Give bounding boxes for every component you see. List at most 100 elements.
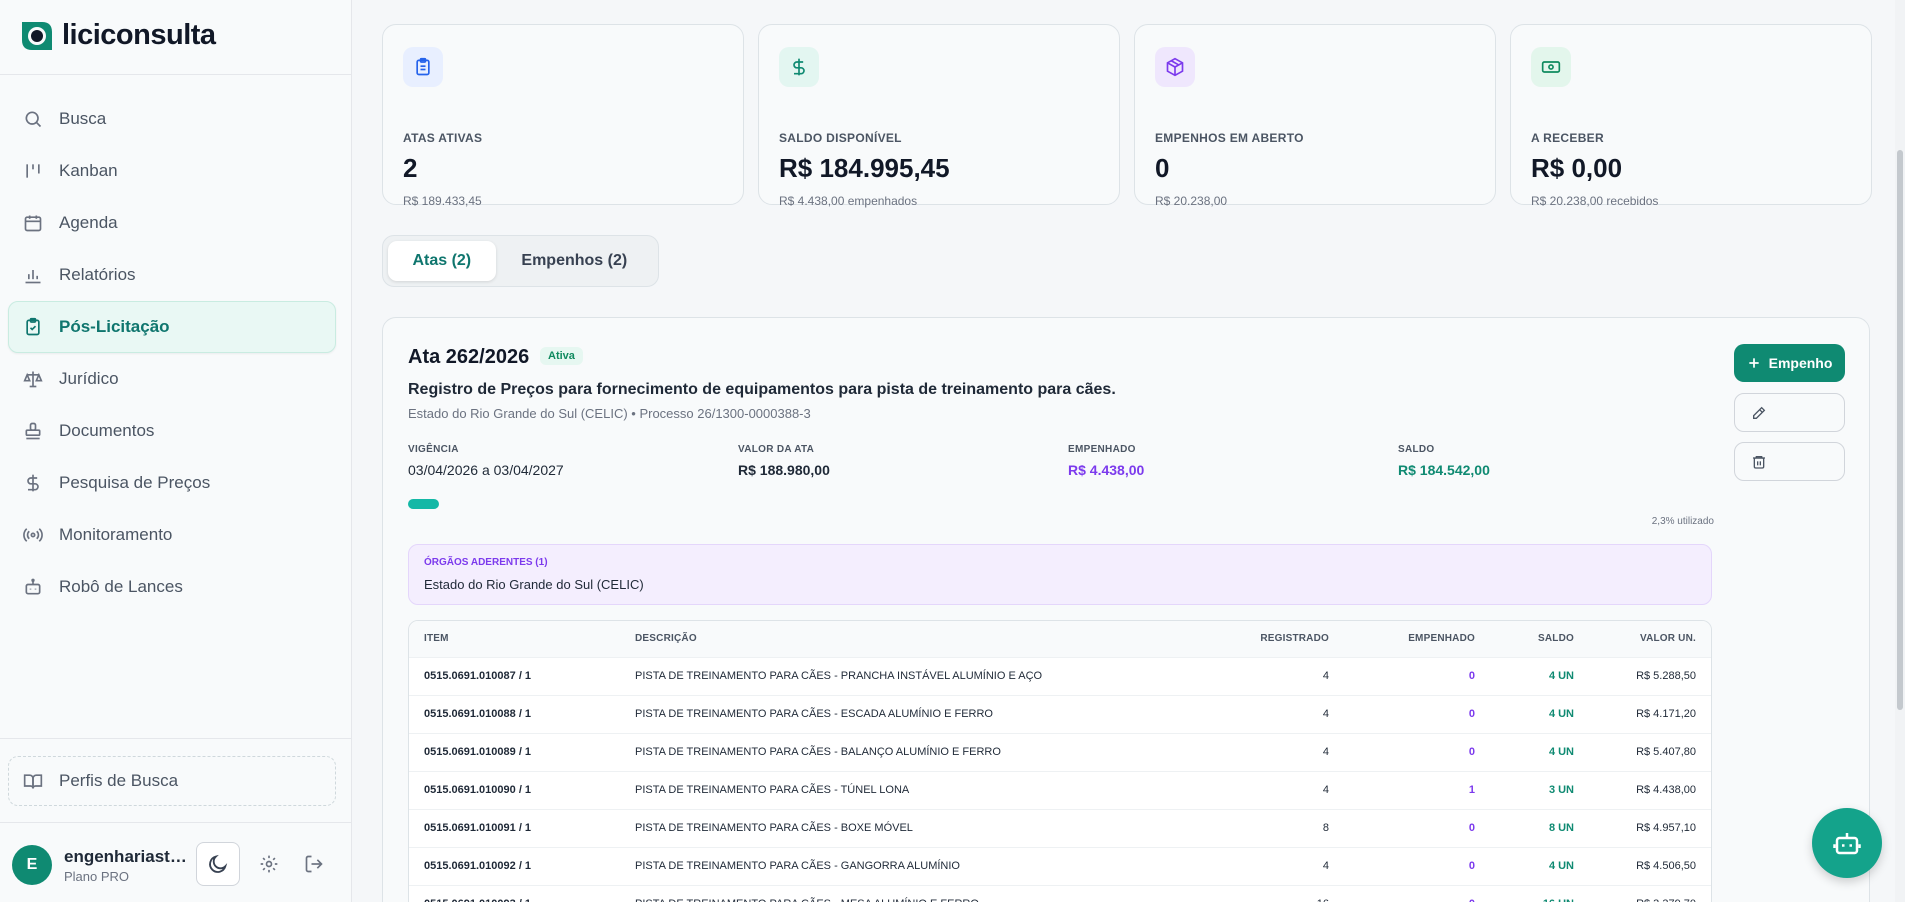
column-header: DESCRIÇÃO [635, 621, 1195, 658]
table-header-row: ITEM DESCRIÇÃO REGISTRADO EMPENHADO SALD… [409, 621, 1711, 658]
dollar-icon [27, 474, 39, 492]
sidebar-item-kanban[interactable]: Kanban [8, 145, 336, 197]
table-row[interactable]: 0515.0691.010088 / 1 PISTA DE TREINAMENTO… [409, 695, 1711, 734]
cell-empenhado: 0 [1329, 695, 1475, 734]
calendar-icon [24, 215, 42, 232]
metric-label: SALDO [1398, 444, 1435, 455]
logo-icon [22, 22, 52, 50]
cell-descricao: PISTA DE TREINAMENTO PARA CÃES - MESA AL… [635, 885, 1195, 902]
cell-saldo: 16 UN [1475, 885, 1574, 902]
tab-bar: Atas (2) Empenhos (2) [382, 235, 659, 287]
logout-button[interactable] [302, 852, 326, 876]
sidebar-divider [0, 822, 352, 823]
book-open-icon [23, 774, 43, 789]
sidebar-item-label: Agenda [59, 213, 118, 232]
delete-ata-button[interactable] [1734, 442, 1845, 481]
sidebar-item-busca[interactable]: Busca [8, 93, 336, 145]
items-table-grid: ITEM DESCRIÇÃO REGISTRADO EMPENHADO SALD… [409, 621, 1711, 902]
cell-saldo: 4 UN [1475, 695, 1574, 734]
stat-value: R$ 0,00 [1531, 153, 1623, 183]
app-logo[interactable]: liciconsulta [18, 16, 216, 54]
metric-label: EMPENHADO [1068, 444, 1136, 455]
sidebar-item-pesquisa-precos[interactable]: Pesquisa de Preços [8, 457, 336, 509]
scrollbar-thumb[interactable] [1897, 150, 1903, 710]
sidebar-item-monitoramento[interactable]: Monitoramento [8, 509, 336, 561]
avatar: E [12, 845, 52, 885]
stat-card-atas-ativas: ATAS ATIVAS 2 R$ 189.433,45 [382, 24, 744, 208]
stat-label: ATAS ATIVAS [403, 131, 483, 145]
usage-text: 2,3% utilizado [1651, 516, 1714, 527]
table-row[interactable]: 0515.0691.010092 / 1 PISTA DE TREINAMENTO… [409, 847, 1711, 886]
radio-icon [23, 528, 43, 542]
cell-valor-unitario: R$ 4.438,00 [1574, 771, 1711, 810]
tab-empenhos[interactable]: Empenhos (2) [496, 241, 653, 281]
table-row[interactable]: 0515.0691.010091 / 1 PISTA DE TREINAMENTO… [409, 809, 1711, 848]
sidebar: liciconsulta Busca Kanban Agenda Relatór… [0, 0, 352, 902]
main-content: ATAS ATIVAS 2 R$ 189.433,45 SALDO DISPON… [352, 0, 1905, 902]
cell-valor-unitario: R$ 4.506,50 [1574, 847, 1711, 886]
search-profiles-label: Perfis de Busca [59, 771, 179, 790]
banknote-icon [1531, 47, 1571, 87]
assistant-bot-button[interactable] [1812, 808, 1882, 878]
table-row[interactable]: 0515.0691.010087 / 1 PISTA DE TREINAMENTO… [409, 657, 1711, 696]
sidebar-item-pos-licitacao[interactable]: Pós-Licitação [8, 301, 336, 353]
sidebar-item-documentos[interactable]: Documentos [8, 405, 336, 457]
metric-saldo: SALDO R$ 184.542,00 [1398, 444, 1490, 478]
scrollbar[interactable] [1895, 0, 1905, 902]
sidebar-item-robo-lances[interactable]: Robô de Lances [8, 561, 336, 613]
tab-atas[interactable]: Atas (2) [388, 241, 496, 281]
ata-description: Registro de Preços para fornecimento de … [408, 381, 1116, 398]
app-name: liciconsulta [62, 18, 216, 51]
gear-icon [260, 855, 278, 873]
bar-chart-icon [25, 270, 41, 284]
clipboard-check-icon [26, 317, 40, 336]
metric-empenhado: EMPENHADO R$ 4.438,00 [1068, 444, 1144, 478]
table-header: ITEM DESCRIÇÃO REGISTRADO EMPENHADO SALD… [409, 621, 1711, 658]
table-row[interactable]: 0515.0691.010093 / 1PISTA DE TREINAMENTO… [409, 885, 1711, 902]
cell-descricao: PISTA DE TREINAMENTO PARA CÃES - PRANCHA… [635, 657, 1195, 696]
column-header: REGISTRADO [1195, 621, 1329, 658]
settings-button[interactable] [257, 852, 281, 876]
cell-saldo: 8 UN [1475, 809, 1574, 848]
metric-value: R$ 184.542,00 [1398, 462, 1490, 478]
edit-ata-button[interactable] [1734, 393, 1845, 432]
table-row[interactable]: 0515.0691.010090 / 1 PISTA DE TREINAMENTO… [409, 771, 1711, 810]
metric-value: R$ 188.980,00 [738, 462, 830, 478]
cell-item: 0515.0691.010087 / 1 [409, 657, 635, 696]
cell-empenhado: 0 [1329, 809, 1475, 848]
sidebar-item-relatorios[interactable]: Relatórios [8, 249, 336, 301]
cell-descricao: PISTA DE TREINAMENTO PARA CÃES - ESCADA … [635, 695, 1195, 734]
bot-icon [1833, 833, 1861, 855]
cell-descricao: PISTA DE TREINAMENTO PARA CÃES - TÚNEL L… [635, 771, 1195, 810]
theme-toggle-button[interactable] [196, 842, 240, 886]
sidebar-item-agenda[interactable]: Agenda [8, 197, 336, 249]
ata-meta: Estado do Rio Grande do Sul (CELIC) • Pr… [408, 406, 811, 421]
sidebar-item-juridico[interactable]: Jurídico [8, 353, 336, 405]
stat-card-empenhos-aberto: EMPENHOS EM ABERTO 0 R$ 20.238,00 [1134, 24, 1496, 208]
cell-valor-unitario: R$ 3.379,70 [1574, 885, 1711, 902]
cell-descricao: PISTA DE TREINAMENTO PARA CÃES - BALANÇO… [635, 733, 1195, 772]
stat-value: R$ 184.995,45 [779, 153, 950, 183]
cell-registrado: 4 [1195, 733, 1329, 772]
sidebar-item-label: Documentos [59, 421, 155, 440]
stat-sub: R$ 20.238,00 recebidos [1531, 194, 1659, 208]
plus-icon [1748, 358, 1759, 368]
pencil-icon [1753, 406, 1766, 419]
items-table: ITEM DESCRIÇÃO REGISTRADO EMPENHADO SALD… [408, 620, 1712, 902]
metric-value: R$ 4.438,00 [1068, 462, 1145, 478]
search-profiles-button[interactable]: Perfis de Busca [8, 756, 336, 806]
metric-vigencia: VIGÊNCIA 03/04/2026 a 03/04/2027 [408, 444, 564, 478]
column-header: ITEM [409, 621, 635, 658]
cell-saldo: 3 UN [1475, 771, 1574, 810]
stat-label: SALDO DISPONÍVEL [779, 131, 902, 145]
orgaos-label: ÓRGÃOS ADERENTES (1) [424, 557, 548, 568]
user-profile[interactable]: E engenhariaste... Plano PRO [12, 845, 190, 885]
table-row[interactable]: 0515.0691.010089 / 1 PISTA DE TREINAMENTO… [409, 733, 1711, 772]
sidebar-item-label: Pesquisa de Preços [59, 473, 211, 492]
usage-progress-bar [408, 499, 439, 509]
cell-valor-unitario: R$ 5.288,50 [1574, 657, 1711, 696]
add-empenho-button[interactable]: Empenho [1734, 344, 1845, 382]
metric-label: VALOR DA ATA [738, 444, 815, 455]
clipboard-icon [403, 47, 443, 87]
sidebar-divider [0, 738, 352, 739]
